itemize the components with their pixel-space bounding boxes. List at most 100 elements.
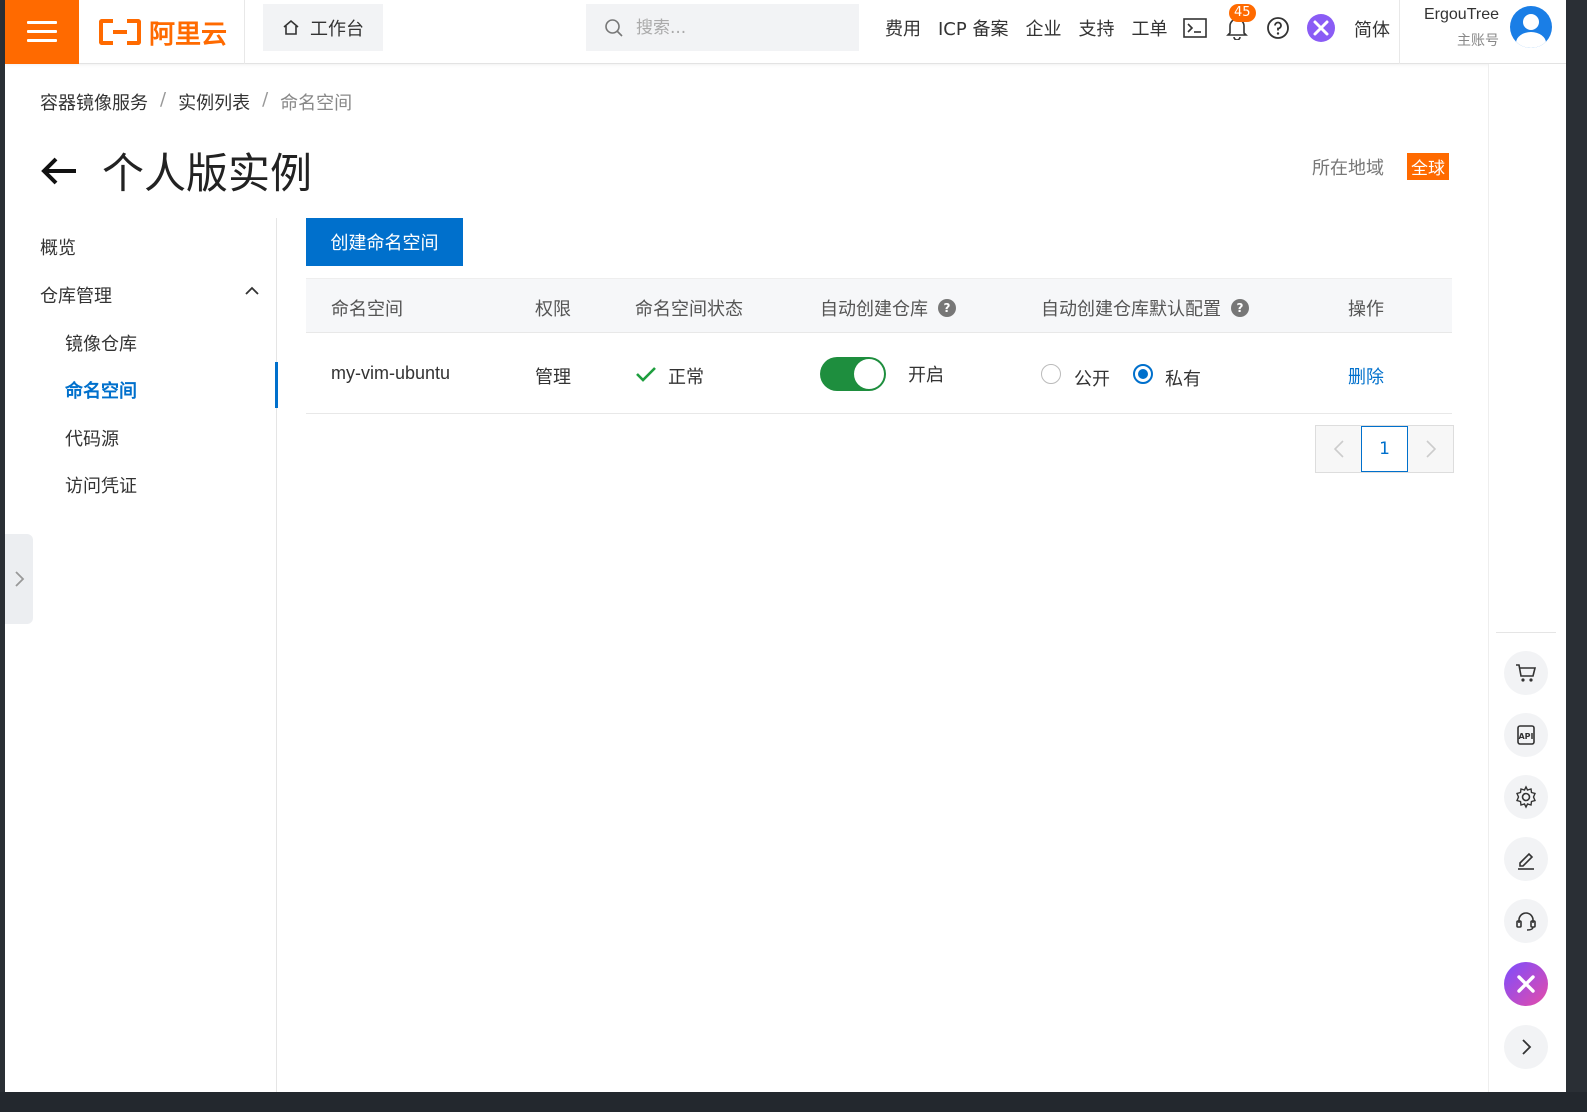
- window-frame-right: [1566, 0, 1587, 1112]
- chevron-up-icon[interactable]: [244, 285, 260, 297]
- create-namespace-button[interactable]: 创建命名空间: [306, 218, 463, 266]
- right-toolbar-divider: [1496, 632, 1556, 633]
- cart-icon: [1516, 664, 1537, 682]
- terminal-icon: [1183, 18, 1207, 38]
- cart-button[interactable]: [1504, 651, 1548, 695]
- workbench-label: 工作台: [310, 18, 364, 40]
- settings-button[interactable]: [1504, 775, 1548, 819]
- nav-link-icp[interactable]: ICP 备案: [938, 15, 1008, 41]
- breadcrumb-item[interactable]: 容器镜像服务: [40, 89, 148, 115]
- workbench-button[interactable]: 工作台: [263, 4, 383, 51]
- breadcrumb-separator: /: [160, 89, 167, 110]
- gear-icon: [1516, 785, 1536, 809]
- visibility-public-label[interactable]: 公开: [1074, 365, 1110, 391]
- svg-text:API: API: [1518, 732, 1533, 741]
- region-badge: 全球: [1407, 153, 1449, 180]
- api-button[interactable]: API: [1504, 713, 1548, 757]
- nav-link-enterprise[interactable]: 企业: [1025, 15, 1061, 41]
- visibility-private-label[interactable]: 私有: [1165, 365, 1201, 391]
- column-header: 权限: [535, 299, 571, 320]
- chevron-right-icon: [1425, 440, 1436, 458]
- edit-icon: [1518, 852, 1534, 870]
- arrow-left-icon: [41, 157, 76, 184]
- chevron-right-icon: [15, 571, 25, 587]
- search-box[interactable]: [586, 4, 859, 51]
- sidebar-item-code-source[interactable]: 代码源: [65, 425, 119, 451]
- sidebar-item-repo-management[interactable]: 仓库管理: [40, 282, 112, 308]
- visibility-private-radio[interactable]: [1133, 364, 1153, 384]
- breadcrumb-current: 命名空间: [280, 93, 353, 114]
- prev-page-button[interactable]: [1316, 426, 1361, 472]
- namespace-table: 命名空间 权限 命名空间状态 自动创建仓库 ? 自动创建仓库默认配置 ? 操作 …: [306, 278, 1452, 414]
- auto-create-state: 开启: [908, 365, 944, 386]
- ai-helper-button[interactable]: [1504, 962, 1548, 1006]
- breadcrumb-item[interactable]: 实例列表: [178, 89, 250, 115]
- help-button[interactable]: [1264, 14, 1292, 42]
- api-icon: API: [1517, 725, 1535, 745]
- cloud-shell-button[interactable]: [1181, 14, 1209, 42]
- search-icon: [605, 18, 623, 37]
- ai-assistant-button[interactable]: [1307, 14, 1335, 42]
- divider: [244, 0, 245, 64]
- column-header-label: 自动创建仓库默认配置: [1041, 299, 1221, 320]
- breadcrumb: 容器镜像服务 / 实例列表 / 命名空间: [40, 89, 352, 115]
- hamburger-icon: [27, 21, 57, 43]
- page-title: 个人版实例: [102, 149, 313, 198]
- column-header-default-config: 自动创建仓库默认配置 ?: [1041, 295, 1249, 321]
- nav-link-support[interactable]: 支持: [1078, 15, 1114, 41]
- sidebar-expand-handle[interactable]: [5, 534, 33, 624]
- feedback-button[interactable]: [1504, 837, 1548, 881]
- check-icon: [636, 367, 656, 382]
- pagination: 1: [1315, 425, 1454, 473]
- sidebar-active-indicator: [275, 362, 278, 408]
- column-header: 操作: [1348, 299, 1384, 320]
- chevron-left-icon: [1333, 440, 1344, 458]
- notification-badge: 45: [1229, 4, 1256, 22]
- column-header: 命名空间状态: [635, 299, 743, 320]
- main-menu-button[interactable]: [5, 0, 79, 64]
- page-number-button[interactable]: 1: [1361, 426, 1408, 472]
- user-info[interactable]: ErgouTree 主账号: [1419, 6, 1499, 50]
- chevron-right-icon: [1522, 1039, 1532, 1055]
- sidebar-item-access-credentials[interactable]: 访问凭证: [65, 472, 137, 498]
- question-mark-icon[interactable]: ?: [938, 299, 956, 317]
- ai-assistant-icon: [1307, 14, 1335, 42]
- nav-link-ticket[interactable]: 工单: [1131, 15, 1167, 41]
- aliyun-logo-mark-icon: [99, 19, 141, 45]
- aliyun-logo[interactable]: 阿里云: [99, 14, 227, 50]
- avatar[interactable]: [1510, 6, 1552, 48]
- region-label: 所在地域: [1312, 158, 1384, 179]
- back-button[interactable]: [40, 152, 78, 190]
- permission-value: 管理: [535, 367, 571, 388]
- home-icon: [283, 19, 299, 35]
- question-mark-icon[interactable]: ?: [1231, 299, 1249, 317]
- namespace-name: my-vim-ubuntu: [331, 363, 451, 383]
- headset-icon: [1516, 912, 1536, 931]
- language-switch[interactable]: 简体: [1354, 16, 1390, 42]
- collapse-toolbar-button[interactable]: [1504, 1025, 1548, 1069]
- nav-link-billing[interactable]: 费用: [885, 15, 921, 41]
- visibility-public-radio[interactable]: [1041, 364, 1061, 384]
- divider: [1399, 0, 1400, 64]
- window-frame-bottom: [0, 1092, 1587, 1112]
- sidebar-item-overview[interactable]: 概览: [40, 234, 76, 260]
- sidebar-item-image-repos[interactable]: 镜像仓库: [65, 330, 137, 356]
- delete-link[interactable]: 删除: [1348, 363, 1384, 389]
- help-icon: [1267, 17, 1289, 39]
- logo-text: 阿里云: [149, 19, 228, 50]
- user-role: 主账号: [1457, 33, 1499, 49]
- column-header-label: 自动创建仓库: [820, 299, 928, 320]
- sidebar-divider: [276, 218, 277, 1092]
- auto-create-toggle[interactable]: [820, 357, 886, 391]
- table-row: my-vim-ubuntu 管理 正常 开启 公开 私有 删除: [306, 333, 1452, 414]
- top-nav-links: 费用 ICP 备案 企业 支持 工单: [885, 0, 1167, 56]
- user-name: ErgouTree: [1424, 6, 1499, 23]
- next-page-button[interactable]: [1408, 426, 1453, 472]
- sidebar-item-namespaces[interactable]: 命名空间: [65, 377, 137, 403]
- column-header-auto-create: 自动创建仓库 ?: [820, 295, 956, 321]
- breadcrumb-separator: /: [262, 89, 269, 110]
- ai-assistant-icon: [1517, 975, 1535, 993]
- customer-service-button[interactable]: [1504, 899, 1548, 943]
- search-input[interactable]: [636, 17, 836, 38]
- table-header: 命名空间 权限 命名空间状态 自动创建仓库 ? 自动创建仓库默认配置 ? 操作: [306, 278, 1452, 333]
